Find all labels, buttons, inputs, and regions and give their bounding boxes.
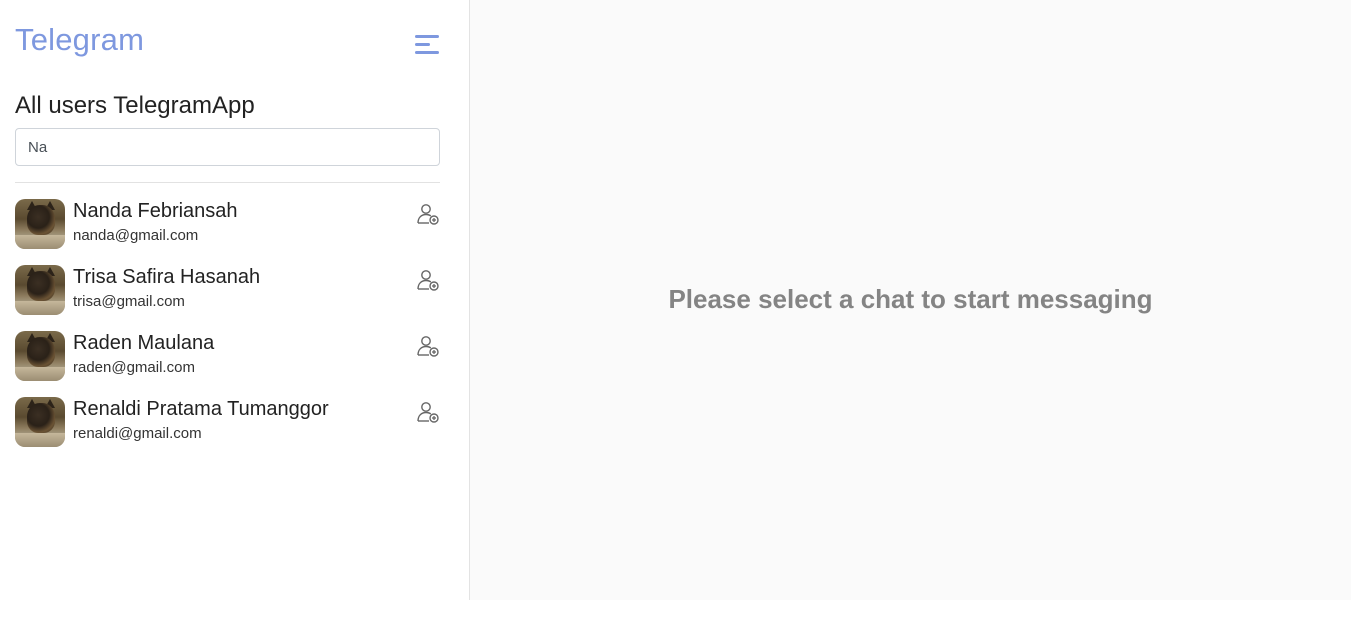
avatar: [15, 199, 65, 249]
menu-bar: [415, 51, 439, 54]
avatar: [15, 265, 65, 315]
user-name: Renaldi Pratama Tumanggor: [73, 398, 329, 420]
add-contact-icon[interactable]: [416, 334, 440, 358]
add-contact-icon[interactable]: [416, 400, 440, 424]
app-window: Telegram All users TelegramApp Nanda Feb…: [0, 0, 1351, 600]
menu-bar: [415, 35, 439, 38]
add-contact-icon[interactable]: [416, 268, 440, 292]
sidebar-header: Telegram: [15, 0, 439, 84]
user-list-item[interactable]: Nanda Febriansah nanda@gmail.com: [15, 199, 440, 249]
search-input[interactable]: [15, 128, 440, 166]
avatar: [15, 331, 65, 381]
user-list-item[interactable]: Raden Maulana raden@gmail.com: [15, 331, 440, 381]
app-brand-title: Telegram: [15, 22, 145, 57]
user-email: trisa@gmail.com: [73, 293, 185, 310]
user-list-item[interactable]: Trisa Safira Hasanah trisa@gmail.com: [15, 265, 440, 315]
add-contact-icon[interactable]: [416, 202, 440, 226]
user-list-item[interactable]: Renaldi Pratama Tumanggor renaldi@gmail.…: [15, 397, 440, 447]
divider: [15, 182, 440, 183]
user-email: renaldi@gmail.com: [73, 425, 202, 442]
user-email: raden@gmail.com: [73, 359, 195, 376]
empty-chat-message: Please select a chat to start messaging: [668, 284, 1153, 314]
chat-area: Please select a chat to start messaging: [470, 0, 1351, 600]
user-email: nanda@gmail.com: [73, 227, 199, 244]
avatar: [15, 397, 65, 447]
user-name: Nanda Febriansah: [73, 200, 238, 222]
hamburger-menu-icon[interactable]: [415, 35, 439, 57]
user-name: Trisa Safira Hasanah: [73, 266, 261, 288]
menu-bar: [415, 43, 430, 46]
user-list: Nanda Febriansah nanda@gmail.com Trisa S…: [15, 199, 439, 447]
section-title: All users TelegramApp: [15, 92, 255, 119]
user-name: Raden Maulana: [73, 332, 215, 354]
sidebar: Telegram All users TelegramApp Nanda Feb…: [0, 0, 470, 600]
